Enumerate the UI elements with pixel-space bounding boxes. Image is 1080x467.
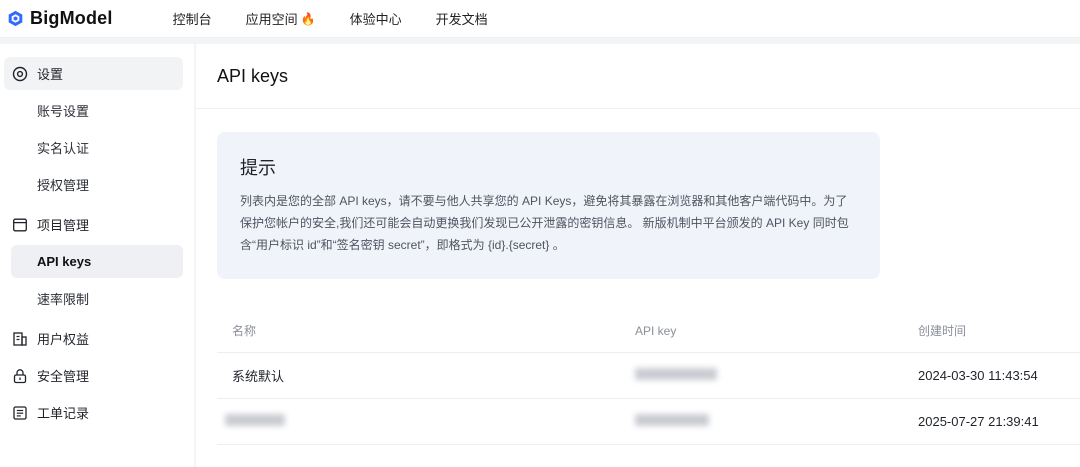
nav-dev-docs[interactable]: 开发文档: [436, 9, 488, 28]
fire-icon: 🔥: [300, 11, 316, 26]
sidebar-item-label: 实名认证: [37, 141, 90, 156]
brand-name: BigModel: [30, 8, 113, 28]
row-name-masked: [225, 414, 285, 429]
nav-experience-label: 体验中心: [349, 12, 402, 27]
nav-console[interactable]: 控制台: [173, 9, 212, 28]
sidebar-item-security[interactable]: 安全管理: [4, 359, 183, 392]
bigmodel-logo-icon: [8, 10, 23, 27]
nav-app-space[interactable]: 应用空间 🔥: [246, 9, 316, 28]
header-created: 创建时间: [918, 324, 967, 338]
sidebar-item-label: 账号设置: [37, 104, 90, 119]
top-nav: 控制台 应用空间 🔥 体验中心 开发文档: [173, 9, 522, 28]
table-row: 2025-07-27 21:39:41: [217, 399, 1080, 445]
brand-logo[interactable]: BigModel: [7, 8, 113, 29]
sidebar: 设置 账号设置 实名认证 授权管理 项目管理 API keys 速率限制 用户权…: [0, 44, 194, 467]
nav-console-label: 控制台: [172, 12, 212, 27]
header-api-key: API key: [635, 323, 677, 338]
project-folder-icon: [12, 217, 28, 233]
divider: [196, 108, 1080, 109]
sidebar-item-label: 速率限制: [37, 292, 90, 307]
sidebar-item-tickets[interactable]: 工单记录: [4, 396, 183, 429]
page-title: API keys: [217, 66, 289, 86]
nav-experience-center[interactable]: 体验中心: [350, 9, 402, 28]
settings-icon: [12, 66, 28, 82]
sidebar-item-settings[interactable]: 设置: [4, 57, 183, 90]
nav-app-space-label: 应用空间: [245, 12, 298, 27]
sidebar-item-realname[interactable]: 实名认证: [4, 131, 183, 164]
row-name: 系统默认: [232, 369, 285, 384]
api-key-masked[interactable]: [635, 368, 717, 383]
top-navigation-bar: BigModel 控制台 应用空间 🔥 体验中心 开发文档: [0, 0, 1080, 38]
sidebar-item-account[interactable]: 账号设置: [4, 94, 183, 127]
sidebar-item-user-rights[interactable]: 用户权益: [4, 322, 183, 355]
row-created: 2024-03-30 11:43:54: [918, 368, 1038, 383]
api-keys-table: 名称 API key 创建时间 系统默认 2024-03-30 11:43:54…: [217, 309, 1080, 445]
sidebar-item-label: 设置: [37, 67, 64, 82]
main-content: API keys 提示 列表内是您的全部 API keys，请不要与他人共享您的…: [196, 44, 1080, 467]
building-icon: [12, 331, 28, 347]
tip-body: 列表内是您的全部 API keys，请不要与他人共享您的 API Keys，避免…: [240, 194, 849, 252]
table-header-row: 名称 API key 创建时间: [217, 309, 1080, 353]
sidebar-item-label: 项目管理: [37, 218, 90, 233]
sidebar-item-label: 工单记录: [37, 406, 90, 421]
sidebar-item-auth[interactable]: 授权管理: [4, 168, 183, 201]
sidebar-item-label: 用户权益: [37, 332, 90, 347]
sidebar-item-project[interactable]: 项目管理: [4, 208, 183, 241]
header-name: 名称: [232, 324, 257, 338]
row-created: 2025-07-27 21:39:41: [918, 414, 1039, 429]
table-row: 系统默认 2024-03-30 11:43:54: [217, 353, 1080, 399]
sidebar-item-rate-limit[interactable]: 速率限制: [4, 282, 183, 315]
sidebar-item-label: API keys: [37, 254, 92, 269]
tip-panel: 提示 列表内是您的全部 API keys，请不要与他人共享您的 API Keys…: [217, 132, 880, 279]
sidebar-item-label: 安全管理: [37, 369, 90, 384]
ticket-list-icon: [12, 405, 28, 421]
nav-dev-docs-label: 开发文档: [435, 12, 488, 27]
lock-icon: [12, 368, 28, 384]
sidebar-item-label: 授权管理: [37, 178, 90, 193]
api-key-masked[interactable]: [635, 414, 709, 429]
tip-title: 提示: [240, 158, 276, 178]
sidebar-item-api-keys[interactable]: API keys: [11, 245, 183, 278]
